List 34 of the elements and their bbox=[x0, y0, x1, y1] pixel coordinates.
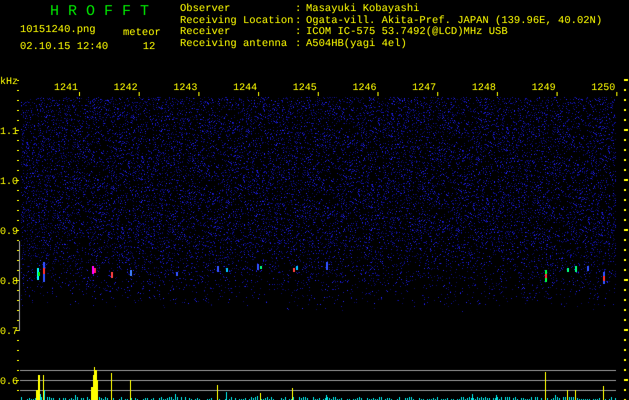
app-title: H R O F F T bbox=[49, 3, 150, 21]
time-label: 1244 bbox=[233, 83, 258, 94]
time-label: 1246 bbox=[352, 83, 376, 94]
info-value: Ogata-vill. Akita-Pref. JAPAN (139.96E, 40.02N) bbox=[306, 16, 602, 26]
time-label: 1242 bbox=[114, 83, 138, 94]
meteor-label: meteor bbox=[123, 27, 162, 39]
info-separator: : bbox=[295, 16, 302, 27]
frequency-label: 0.9 bbox=[0, 227, 18, 238]
frequency-unit: kHz bbox=[0, 77, 18, 88]
info-value: ICOM IC-575 53.7492(@LCD)MHz USB bbox=[306, 27, 509, 38]
info-separator: : bbox=[295, 4, 302, 16]
meteor-count: 12 bbox=[142, 41, 156, 53]
info-label: Receiving Location bbox=[180, 16, 294, 26]
info-separator: : bbox=[295, 38, 302, 50]
info-separator: : bbox=[295, 27, 302, 38]
frequency-label: 0.6 bbox=[0, 377, 18, 388]
time-label: 1241 bbox=[54, 83, 78, 94]
info-label: Receiving antenna bbox=[180, 38, 288, 50]
time-label: 1248 bbox=[472, 83, 496, 94]
info-label: Receiver bbox=[180, 27, 232, 38]
timestamp: 02.10.15 12:40 bbox=[20, 41, 110, 53]
info-label: Observer bbox=[180, 4, 232, 15]
info-value: Masayuki Kobayashi bbox=[306, 4, 420, 15]
time-label: 1249 bbox=[532, 83, 556, 94]
time-label: 1250 bbox=[591, 83, 616, 94]
info-value: A504HB(yagi 4el) bbox=[306, 38, 408, 50]
frequency-label: 0.7 bbox=[0, 327, 18, 338]
time-label: 1247 bbox=[412, 83, 436, 94]
time-label: 1245 bbox=[292, 83, 317, 94]
frequency-label: 1.1 bbox=[0, 127, 18, 138]
frequency-label: 0.8 bbox=[0, 277, 18, 288]
time-label: 1243 bbox=[173, 83, 198, 94]
frequency-label: 1.0 bbox=[0, 177, 18, 188]
file-name: 10151240.png bbox=[20, 24, 97, 36]
